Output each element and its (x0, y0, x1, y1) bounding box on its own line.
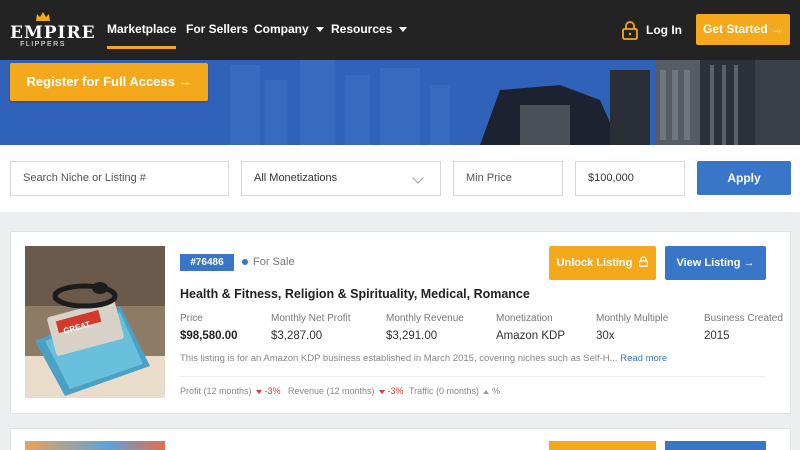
stat-value-net-profit: $3,287.00 (271, 330, 323, 342)
logo-subtitle: FLIPPERS (20, 41, 66, 48)
nav-marketplace[interactable]: Marketplace (107, 22, 177, 49)
trend-down-icon (255, 389, 262, 394)
listing-status: For Sale (253, 256, 295, 268)
stat-value-price: $98,580.00 (180, 330, 238, 342)
view-listing-button-next[interactable] (665, 441, 766, 450)
crown-icon (36, 12, 50, 21)
lock-icon[interactable] (622, 20, 638, 40)
stat-label-revenue: Monthly Revenue (386, 313, 464, 324)
nav-resources[interactable]: Resources (331, 22, 408, 36)
register-full-access-button[interactable]: Register for Full Access → (10, 63, 208, 101)
stat-label-monetization: Monetization (496, 313, 553, 324)
read-more-link[interactable]: Read more (620, 353, 667, 364)
filter-bar: Search Niche or Listing # All Monetizati… (0, 145, 800, 212)
top-navbar: EMPIRE FLIPPERS Marketplace For Sellers … (0, 0, 800, 60)
nav-for-sellers[interactable]: For Sellers (186, 22, 248, 36)
listing-thumbnail[interactable]: GREAT (25, 246, 165, 398)
stat-value-multiple: 30x (596, 330, 615, 342)
chevron-down-icon (412, 172, 424, 184)
nav-company[interactable]: Company (254, 22, 324, 36)
get-started-button[interactable]: Get Started → (696, 14, 790, 45)
stat-label-price: Price (180, 313, 203, 324)
listing-id-badge: #76486 (180, 254, 234, 271)
apply-button[interactable]: Apply (697, 161, 791, 195)
chevron-down-icon (399, 27, 408, 33)
metric-revenue: Revenue (12 months) -3% (288, 386, 404, 396)
status-dot (242, 259, 248, 265)
unlock-listing-button[interactable]: Unlock Listing (549, 246, 656, 280)
listing-title[interactable]: Health & Fitness, Religion & Spiritualit… (180, 287, 530, 301)
metric-traffic: Traffic (0 months)% (409, 386, 501, 396)
chevron-down-icon (315, 27, 324, 33)
logo-wordmark: EMPIRE (10, 23, 96, 43)
stat-label-multiple: Monthly Multiple (596, 313, 669, 324)
listing-thumbnail-next[interactable] (25, 441, 165, 450)
stat-label-created: Business Created (704, 313, 783, 324)
divider (180, 376, 766, 377)
max-price-input[interactable]: $100,000 (575, 161, 685, 196)
view-listing-button[interactable]: View Listing → (665, 246, 766, 280)
stat-label-net-profit: Monthly Net Profit (271, 313, 351, 324)
trend-up-icon (483, 389, 490, 394)
metric-profit: Profit (12 months) -3% (180, 386, 281, 396)
monetization-select[interactable]: All Monetizations (241, 161, 441, 196)
search-input[interactable]: Search Niche or Listing # (10, 161, 229, 196)
stat-value-created: 2015 (704, 330, 730, 342)
login-link[interactable]: Log In (646, 23, 682, 37)
stat-value-revenue: $3,291.00 (386, 330, 438, 342)
listing-description: This listing is for an Amazon KDP busine… (180, 353, 668, 364)
stat-value-monetization: Amazon KDP (496, 330, 566, 342)
lock-icon (639, 256, 649, 268)
trend-down-icon (378, 389, 385, 394)
unlock-listing-button-next[interactable] (549, 441, 656, 450)
empire-flippers-logo[interactable]: EMPIRE FLIPPERS (10, 12, 96, 50)
min-price-input[interactable]: Min Price (453, 161, 563, 196)
